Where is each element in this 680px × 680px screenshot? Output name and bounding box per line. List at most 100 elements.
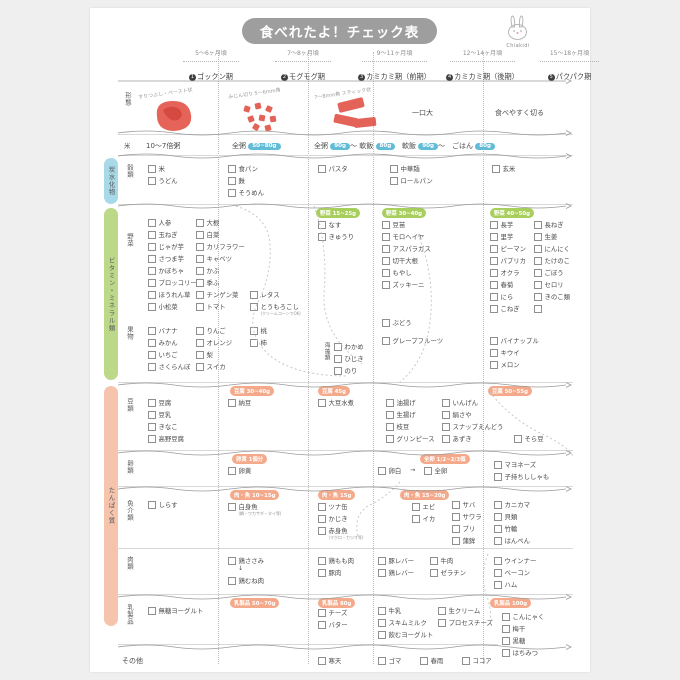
check-item[interactable]: ぶどう (382, 318, 412, 327)
checkbox[interactable] (250, 302, 258, 311)
checkbox[interactable] (228, 502, 236, 511)
check-item[interactable]: きなこ (148, 422, 178, 431)
check-item[interactable]: 春菊 (490, 280, 513, 289)
check-item[interactable]: 子持ちししゃも (494, 472, 549, 481)
checkbox[interactable] (378, 556, 386, 565)
checkbox[interactable] (490, 220, 498, 229)
check-item[interactable]: 高野豆腐 (148, 434, 184, 443)
checkbox[interactable] (318, 656, 326, 665)
check-item[interactable]: 貝類 (494, 512, 517, 521)
check-item[interactable]: 里芋 (490, 232, 513, 241)
checkbox[interactable] (494, 568, 502, 577)
check-item[interactable]: 寒天 (318, 656, 341, 665)
check-item[interactable]: 食パン (228, 164, 258, 173)
checkbox[interactable] (534, 220, 542, 229)
check-item[interactable]: 梨 (196, 350, 213, 359)
check-item[interactable]: 小松菜 (148, 302, 178, 311)
check-item[interactable]: 納豆 (228, 398, 251, 407)
check-item[interactable]: かぼちゃ (148, 266, 184, 275)
check-item[interactable]: じゃが芋 (148, 242, 184, 251)
check-item-empty[interactable] (534, 304, 545, 313)
check-item[interactable]: 竹輪 (494, 524, 517, 533)
checkbox[interactable] (318, 502, 326, 511)
checkbox[interactable] (148, 422, 156, 431)
checkbox[interactable] (452, 524, 460, 533)
checkbox[interactable] (318, 620, 326, 629)
check-item[interactable]: もやし (382, 268, 412, 277)
checkbox[interactable] (386, 422, 394, 431)
check-item[interactable]: 無糖ヨーグルト (148, 606, 203, 615)
check-item[interactable]: メロン (490, 360, 520, 369)
check-item[interactable]: パスタ (318, 164, 348, 173)
checkbox[interactable] (442, 398, 450, 407)
check-item[interactable]: なす (318, 220, 341, 229)
checkbox[interactable] (148, 398, 156, 407)
check-item[interactable]: 豆乳 (148, 410, 171, 419)
checkbox[interactable] (502, 612, 510, 621)
checkbox[interactable] (378, 618, 386, 627)
checkbox[interactable] (452, 500, 460, 509)
checkbox[interactable] (534, 244, 542, 253)
check-item[interactable]: チンゲン菜 (196, 290, 238, 299)
check-item[interactable]: 牛乳 (378, 606, 401, 615)
checkbox[interactable] (412, 514, 420, 523)
checkbox[interactable] (382, 318, 390, 327)
check-item[interactable]: 米 (148, 164, 165, 173)
check-item[interactable]: 春雨 (420, 656, 443, 665)
checkbox[interactable] (148, 266, 156, 275)
check-item[interactable]: わかめ (334, 342, 364, 351)
check-item[interactable]: 生クリーム (438, 606, 480, 615)
check-item[interactable]: エビ (412, 502, 435, 511)
check-item[interactable]: にら (490, 292, 513, 301)
check-item[interactable]: 豆腐 (148, 398, 171, 407)
checkbox[interactable] (378, 568, 386, 577)
check-item[interactable]: サワラ (452, 512, 482, 521)
checkbox[interactable] (386, 398, 394, 407)
check-item[interactable]: ゼラチン (430, 568, 466, 577)
check-item[interactable]: 豚肉 (318, 568, 341, 577)
check-item[interactable]: 柿 (250, 338, 267, 347)
checkbox[interactable] (386, 410, 394, 419)
checkbox[interactable] (196, 290, 204, 299)
check-item[interactable]: りんご (196, 326, 226, 335)
check-item[interactable]: グレープフルーツ (382, 336, 443, 345)
checkbox[interactable] (494, 580, 502, 589)
checkbox[interactable] (148, 434, 156, 443)
checkbox[interactable] (494, 556, 502, 565)
check-item[interactable]: うどん (148, 176, 178, 185)
check-item[interactable]: 桃 (250, 326, 267, 335)
checkbox[interactable] (148, 606, 156, 615)
checkbox[interactable] (534, 232, 542, 241)
checkbox[interactable] (318, 526, 326, 535)
check-item[interactable]: モロヘイヤ (382, 232, 424, 241)
check-item[interactable]: トマト (196, 302, 226, 311)
check-item[interactable]: 白身魚 (鯛・ワカサギ・タイ等) (228, 502, 281, 517)
check-item[interactable]: 絹さや (442, 410, 472, 419)
checkbox[interactable] (494, 524, 502, 533)
checkbox[interactable] (490, 280, 498, 289)
check-item[interactable]: カリフラワー (196, 242, 245, 251)
check-item[interactable]: さつま芋 (148, 254, 184, 263)
check-item[interactable]: 大豆水煮 (318, 398, 354, 407)
check-item[interactable]: たけのこ (534, 256, 570, 265)
check-item[interactable]: ひじき (334, 354, 364, 363)
checkbox[interactable] (196, 254, 204, 263)
check-item[interactable]: 蒲鉾 (452, 536, 475, 545)
check-item[interactable]: 枝豆 (386, 422, 409, 431)
check-item[interactable]: そうめん (228, 188, 264, 197)
check-item[interactable]: バター (318, 620, 348, 629)
checkbox[interactable] (438, 618, 446, 627)
checkbox[interactable] (494, 460, 502, 469)
check-item[interactable]: アスパラガス (382, 244, 431, 253)
check-item[interactable]: 生揚げ (386, 410, 416, 419)
check-item[interactable]: マヨネーズ (494, 460, 536, 469)
checkbox[interactable] (438, 606, 446, 615)
check-item[interactable]: ズッキーニ (382, 280, 424, 289)
checkbox[interactable] (196, 230, 204, 239)
check-item[interactable]: ほうれん草 (148, 290, 190, 299)
check-item[interactable]: 生姜 (534, 232, 557, 241)
check-item[interactable]: 玄米 (492, 164, 515, 173)
check-item[interactable]: 卵黄 (228, 466, 251, 475)
checkbox[interactable] (318, 514, 326, 523)
checkbox[interactable] (390, 176, 398, 185)
